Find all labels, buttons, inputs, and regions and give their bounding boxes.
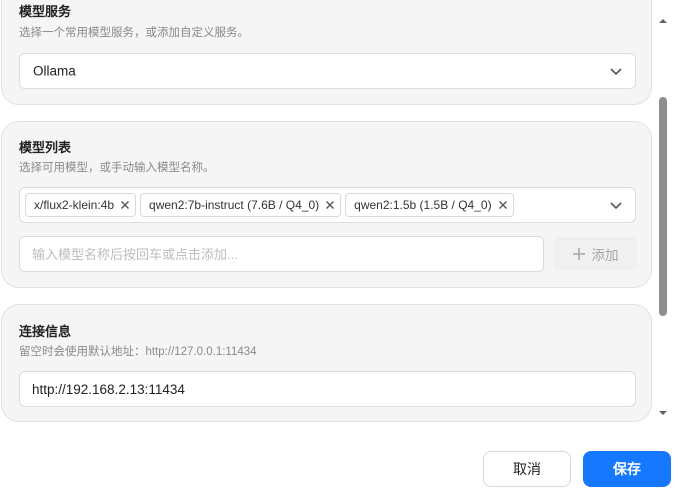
model-tag-label: qwen2:7b-instruct (7.6B / Q4_0) [149, 198, 320, 212]
close-icon[interactable] [497, 199, 509, 211]
model-list-card: 模型列表 选择可用模型，或手动输入模型名称。 x/flux2-klein:4b … [1, 121, 652, 288]
model-tag-label: qwen2:1.5b (1.5B / Q4_0) [354, 198, 492, 212]
model-list-subtitle: 选择可用模型，或手动输入模型名称。 [19, 162, 215, 174]
scroll-up-arrow-icon[interactable] [658, 16, 668, 26]
close-icon[interactable] [119, 199, 131, 211]
settings-scroll-area[interactable]: 模型服务 选择一个常用模型服务，或添加自定义服务。 Ollama 模型列表 选择… [0, 0, 656, 430]
plus-icon [572, 248, 585, 260]
chevron-down-icon [610, 68, 622, 76]
model-tag: qwen2:1.5b (1.5B / Q4_0) [345, 193, 514, 217]
model-multi-select[interactable]: x/flux2-klein:4b qwen2:7b-instruct (7.6B… [19, 187, 636, 223]
model-service-card: 模型服务 选择一个常用模型服务，或添加自定义服务。 Ollama [1, 0, 652, 105]
settings-panel: 模型服务 选择一个常用模型服务，或添加自定义服务。 Ollama 模型列表 选择… [0, 0, 684, 497]
vertical-scrollbar[interactable] [656, 8, 670, 424]
model-name-input[interactable] [19, 236, 544, 272]
scroll-down-arrow-icon[interactable] [658, 408, 668, 418]
selected-model-tags: x/flux2-klein:4b qwen2:7b-instruct (7.6B… [25, 193, 514, 217]
cancel-button[interactable]: 取消 [483, 451, 571, 487]
scrollbar-thumb[interactable] [659, 97, 667, 316]
model-service-select[interactable]: Ollama [19, 53, 636, 89]
chevron-down-icon [610, 202, 622, 210]
connection-title: 连接信息 [19, 324, 72, 339]
model-tag: qwen2:7b-instruct (7.6B / Q4_0) [140, 193, 342, 217]
add-model-label: 添加 [591, 248, 619, 263]
connection-card: 连接信息 留空时会使用默认地址：http://127.0.0.1:11434 [1, 304, 652, 422]
model-tag: x/flux2-klein:4b [25, 193, 137, 217]
close-icon[interactable] [324, 199, 336, 211]
model-tag-label: x/flux2-klein:4b [34, 198, 115, 212]
model-service-title: 模型服务 [19, 4, 72, 19]
model-service-subtitle: 选择一个常用模型服务，或添加自定义服务。 [19, 27, 249, 39]
model-list-title: 模型列表 [19, 140, 72, 155]
save-button[interactable]: 保存 [583, 451, 671, 487]
add-model-button[interactable]: 添加 [553, 237, 637, 271]
server-address-input[interactable] [19, 371, 636, 407]
model-service-selected-value: Ollama [33, 63, 76, 79]
connection-subtitle: 留空时会使用默认地址：http://127.0.0.1:11434 [19, 346, 257, 358]
